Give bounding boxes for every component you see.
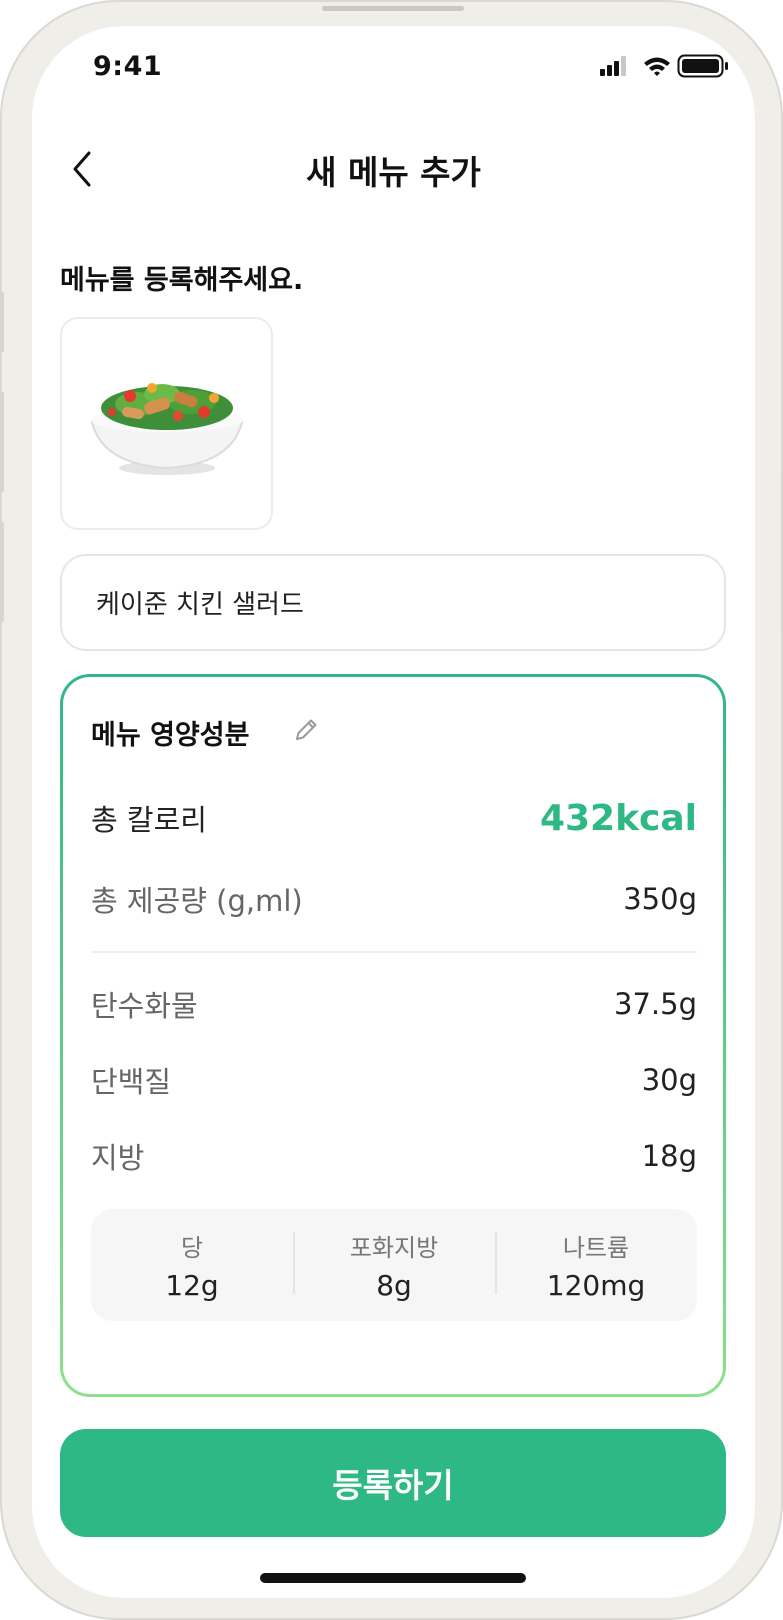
macro-row-carbs: 탄수화물 37.5g (91, 983, 697, 1025)
macro-label: 탄수화물 (91, 989, 198, 1023)
submit-button[interactable]: 등록하기 (60, 1429, 726, 1537)
sub-nutrient-saturated-fat: 포화지방 8g (293, 1228, 495, 1302)
sub-nutrient-box: 당 12g 포화지방 8g 나트륨 120mg (91, 1209, 697, 1321)
serving-label: 총 제공량 (g,ml) (91, 884, 303, 918)
side-button (0, 292, 4, 352)
sub-nutrient-label: 당 (180, 1234, 204, 1262)
macro-value: 18g (641, 1139, 697, 1173)
section-title: 메뉴를 등록해주세요. (60, 265, 304, 296)
nutrition-card-body: 메뉴 영양성분 총 칼로리 432kcal 총 제공량 (g,ml) 350g … (63, 677, 723, 1394)
nutrition-card: 메뉴 영양성분 총 칼로리 432kcal 총 제공량 (g,ml) 350g … (60, 674, 726, 1397)
calorie-label: 총 칼로리 (91, 803, 207, 837)
sub-nutrient-value: 8g (376, 1269, 412, 1302)
sub-nutrient-sugar: 당 12g (91, 1228, 293, 1302)
menu-name-input[interactable] (60, 554, 726, 651)
macro-label: 단백질 (91, 1065, 172, 1099)
battery-icon (677, 54, 728, 78)
wifi-icon (644, 57, 670, 76)
speaker-line (322, 6, 464, 11)
macro-label: 지방 (91, 1141, 145, 1175)
macro-row-protein: 단백질 30g (91, 1059, 697, 1101)
salad-image (90, 382, 243, 475)
sub-nutrient-value: 12g (165, 1269, 219, 1302)
serving-row: 총 제공량 (g,ml) 350g (91, 878, 697, 920)
macro-row-fat: 지방 18g (91, 1135, 697, 1177)
status-icons (600, 54, 728, 78)
nutrition-title: 메뉴 영양성분 (91, 720, 250, 751)
home-indicator (260, 1573, 526, 1583)
divider (91, 951, 697, 953)
side-button (0, 392, 4, 492)
pencil-icon[interactable] (291, 715, 321, 745)
app-screen: 9:41 새 메뉴 추가 메뉴를 등록해주세요. 케이준 치킨 샐러드 메뉴 영… (32, 26, 755, 1598)
serving-value: 350g (623, 882, 697, 916)
sub-nutrient-value: 120mg (546, 1269, 646, 1302)
phone-frame: 9:41 새 메뉴 추가 메뉴를 등록해주세요. 케이준 치킨 샐러드 메뉴 영… (0, 0, 783, 1620)
side-button (0, 522, 4, 622)
macro-value: 37.5g (614, 987, 697, 1021)
calorie-value: 432kcal (539, 797, 697, 839)
calorie-row: 총 칼로리 432kcal (91, 797, 697, 839)
sub-nutrient-sodium: 나트륨 120mg (495, 1228, 697, 1302)
sub-nutrient-label: 포화지방 (349, 1234, 439, 1262)
signal-icon (600, 56, 626, 76)
status-time: 9:41 (93, 51, 163, 82)
page-title: 새 메뉴 추가 (306, 153, 481, 192)
macro-value: 30g (641, 1063, 697, 1097)
sub-nutrient-label: 나트륨 (562, 1234, 630, 1262)
menu-image-upload[interactable] (60, 317, 273, 530)
